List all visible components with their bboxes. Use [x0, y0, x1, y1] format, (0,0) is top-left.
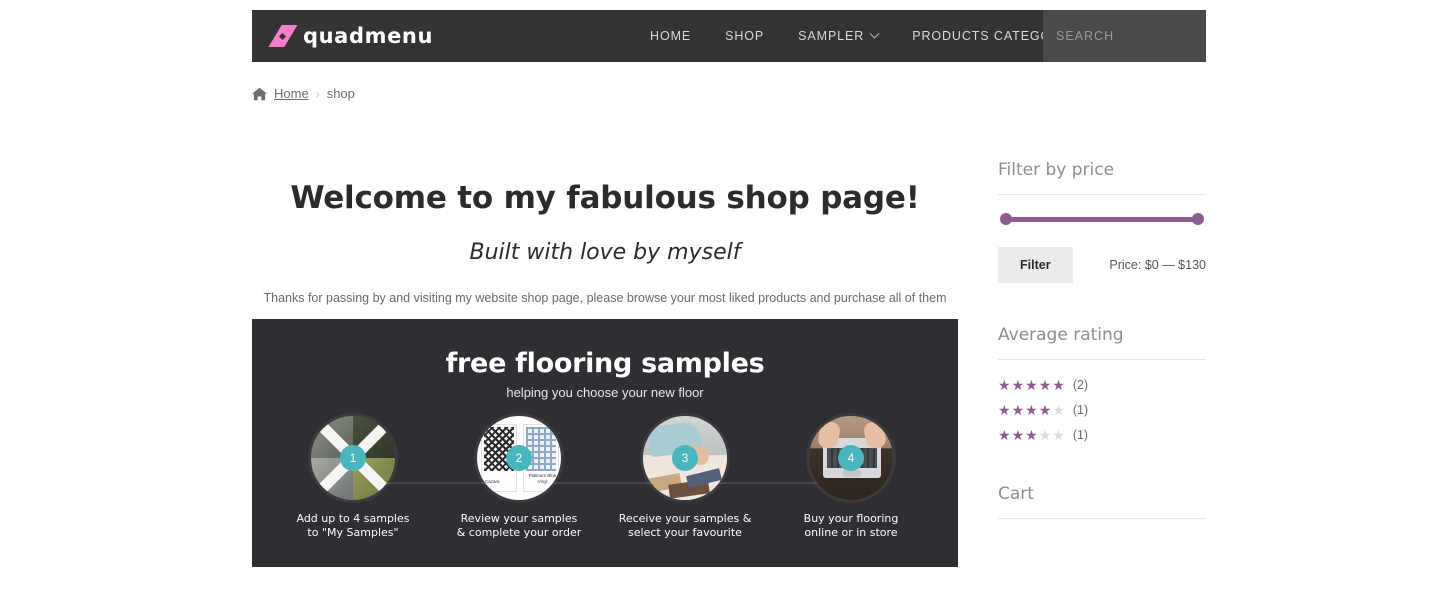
step-1-caption-line1: Add up to 4 samples — [296, 512, 410, 525]
banner-step-4[interactable]: 4 Buy your flooring online or in store — [768, 416, 934, 540]
chevron-down-icon — [869, 28, 880, 39]
nav-item-home[interactable]: HOME — [633, 29, 708, 43]
page-title: Welcome to my fabulous shop page! — [290, 180, 920, 216]
banner-title: free flooring samples — [445, 348, 765, 379]
page-subtitle: Built with love by myself — [469, 240, 741, 265]
step-1-caption-line2: to "My Samples" — [307, 526, 399, 539]
star-icon: ★ — [1011, 427, 1025, 443]
star-icon: ★ — [1011, 377, 1025, 393]
star-rating-5: ★ ★ ★ ★ ★ — [998, 378, 1065, 392]
star-icon: ★ — [1011, 402, 1025, 418]
site-header: quadmenu HOME SHOP SAMPLER PRODUCTS CATE… — [252, 10, 1206, 62]
home-icon — [252, 87, 267, 101]
promo-banner: free flooring samples helping you choose… — [252, 319, 958, 567]
star-icon: ★ — [1052, 377, 1065, 393]
step-2-caption-line1: Review your samples — [460, 512, 578, 525]
star-icon: ★ — [998, 427, 1011, 443]
rating-row-5-stars[interactable]: ★ ★ ★ ★ ★ (2) — [998, 378, 1206, 392]
carpet-swatch-quadrants-image: 1 — [311, 416, 395, 500]
breadcrumb-current: shop — [326, 86, 355, 101]
divider — [998, 194, 1206, 195]
filter-by-price-title: Filter by price — [998, 160, 1115, 180]
widget-cart: Cart — [998, 484, 1206, 519]
step-3-caption-line2: select your favourite — [628, 526, 742, 539]
price-range-slider[interactable] — [1000, 213, 1204, 225]
banner-step-1[interactable]: 1 Add up to 4 samples to "My Samples" — [270, 416, 436, 540]
step-2-caption: Review your samples & complete your orde… — [436, 512, 602, 540]
widget-filter-by-price: Filter by price Filter Price: $0 — $130 — [998, 160, 1206, 283]
step-3-number-badge: 3 — [672, 445, 698, 471]
star-icon: ★ — [1038, 402, 1052, 418]
search-box[interactable] — [1043, 10, 1206, 62]
banner-step-3[interactable]: 3 Receive your samples & select your fav… — [602, 416, 768, 540]
star-icon: ★ — [1038, 377, 1052, 393]
rating-count-5: (2) — [1072, 378, 1089, 392]
price-slider-max-handle[interactable] — [1192, 213, 1204, 225]
star-icon-empty: ★ — [1052, 402, 1065, 418]
logo-text: quadmenu — [303, 24, 434, 48]
widget-average-rating: Average rating ★ ★ ★ ★ ★ (2) ★ ★ ★ ★ ★ (… — [998, 325, 1206, 442]
step-4-caption-line2: online or in store — [804, 526, 898, 539]
rating-count-3: (1) — [1072, 428, 1089, 442]
hands-with-samples-image: 3 — [643, 416, 727, 500]
star-icon: ★ — [1025, 377, 1038, 393]
site-logo[interactable]: quadmenu — [270, 23, 433, 49]
sidebar: Filter by price Filter Price: $0 — $130 … — [998, 160, 1206, 543]
average-rating-title: Average rating — [998, 325, 1124, 345]
rating-count-4: (1) — [1072, 403, 1089, 417]
filter-button[interactable]: Filter — [998, 247, 1073, 283]
step-3-caption: Receive your samples & select your favou… — [602, 512, 768, 540]
quadmenu-diamond-logo-icon — [270, 23, 296, 49]
star-icon: ★ — [998, 402, 1011, 418]
breadcrumb-home-link[interactable]: Home — [274, 86, 309, 101]
star-icon-empty: ★ — [1052, 427, 1065, 443]
nav-item-shop[interactable]: SHOP — [708, 29, 781, 43]
filter-row: Filter Price: $0 — $130 — [998, 247, 1206, 283]
star-rating-4: ★ ★ ★ ★ ★ — [998, 403, 1065, 417]
banner-steps: 1 Add up to 4 samples to "My Samples" Ca… — [252, 416, 958, 556]
rating-row-3-stars[interactable]: ★ ★ ★ ★ ★ (1) — [998, 428, 1206, 442]
banner-step-2[interactable]: Cazara Platinum Blue Vinyl 2 Review your… — [436, 416, 602, 540]
step-4-number-badge: 4 — [838, 445, 864, 471]
star-icon: ★ — [998, 377, 1011, 393]
step-2-number-badge: 2 — [506, 445, 532, 471]
divider — [998, 359, 1206, 360]
main-content: Welcome to my fabulous shop page! Built … — [252, 160, 958, 305]
banner-subtitle: helping you choose your new floor — [506, 385, 704, 400]
breadcrumb: Home › shop — [252, 86, 355, 101]
step-2-card-b-label: Platinum Blue Vinyl — [528, 473, 557, 484]
star-rating-3: ★ ★ ★ ★ ★ — [998, 428, 1065, 442]
nav-item-sampler-label: SAMPLER — [798, 29, 865, 43]
step-1-caption: Add up to 4 samples to "My Samples" — [270, 512, 436, 540]
star-icon-empty: ★ — [1038, 427, 1052, 443]
step-3-caption-line1: Receive your samples & — [618, 512, 752, 525]
cart-widget-title: Cart — [998, 484, 1034, 504]
step-2-card-a-label: Cazara — [485, 479, 500, 484]
page-root: quadmenu HOME SHOP SAMPLER PRODUCTS CATE… — [0, 0, 1440, 608]
nav-item-sampler[interactable]: SAMPLER — [781, 28, 895, 43]
breadcrumb-separator: › — [315, 86, 320, 101]
page-intro-text: Thanks for passing by and visiting my we… — [263, 291, 947, 305]
price-slider-min-handle[interactable] — [1000, 213, 1012, 225]
nav-item-shop-label: SHOP — [725, 29, 765, 43]
star-icon: ★ — [1025, 427, 1038, 443]
nav-item-home-label: HOME — [650, 29, 692, 43]
star-icon: ★ — [1025, 402, 1038, 418]
step-4-caption-line1: Buy your flooring — [803, 512, 899, 525]
search-input[interactable] — [1043, 29, 1206, 43]
step-2-caption-line2: & complete your order — [456, 526, 582, 539]
rating-row-4-stars[interactable]: ★ ★ ★ ★ ★ (1) — [998, 403, 1206, 417]
divider — [998, 518, 1206, 519]
step-1-number-badge: 1 — [340, 445, 366, 471]
step-4-caption: Buy your flooring online or in store — [768, 512, 934, 540]
price-slider-track[interactable] — [1005, 217, 1199, 222]
price-range-label: Price: $0 — $130 — [1109, 258, 1206, 272]
sample-cards-image: Cazara Platinum Blue Vinyl 2 — [477, 416, 561, 500]
laptop-hands-image: 4 — [809, 416, 893, 500]
